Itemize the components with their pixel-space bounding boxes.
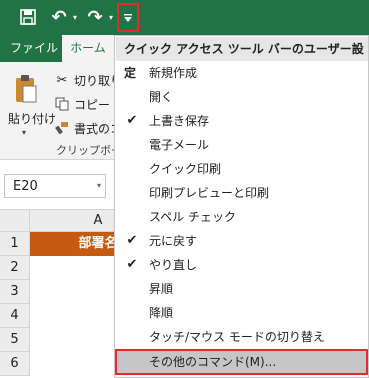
- menu-item-label: やり直し: [149, 258, 198, 272]
- save-glyph: [20, 9, 36, 25]
- menu-item-label: タッチ/マウス モードの切り替え: [149, 330, 325, 344]
- save-icon[interactable]: [16, 6, 40, 28]
- menu-item-email[interactable]: 電子メール: [115, 133, 368, 157]
- paste-label: 貼り付け: [8, 112, 57, 126]
- more-commands-label: その他のコマンド(M)...: [149, 355, 277, 369]
- menu-item-print-preview[interactable]: 印刷プレビューと印刷: [115, 181, 368, 205]
- copy-label: コピー: [74, 97, 111, 112]
- menu-item-new[interactable]: 新規作成: [115, 61, 368, 85]
- menu-item-open[interactable]: 開く: [115, 85, 368, 109]
- paste-dropdown-icon[interactable]: ▾: [22, 128, 26, 137]
- menu-item-label: スペル チェック: [149, 210, 236, 224]
- row-header[interactable]: 2: [0, 256, 30, 280]
- row-header[interactable]: 5: [0, 328, 30, 352]
- check-icon: ✔: [126, 257, 138, 272]
- select-all-corner[interactable]: [0, 210, 30, 232]
- brush-icon: [54, 120, 70, 136]
- scissors-icon: ✂: [56, 72, 68, 88]
- customize-quick-access-button[interactable]: [117, 3, 139, 32]
- paste-button[interactable]: 貼り付け ▾: [4, 70, 56, 137]
- undo-icon[interactable]: ↶: [48, 6, 70, 28]
- tab-home[interactable]: ホーム: [62, 35, 114, 62]
- name-box[interactable]: E20 ▾: [4, 174, 106, 198]
- menu-header: クイック アクセス ツール バーのユーザー設定: [116, 37, 368, 80]
- copy-icon: [54, 96, 70, 112]
- check-icon: ✔: [126, 113, 138, 128]
- customize-qat-menu: クイック アクセス ツール バーのユーザー設定 新規作成 開く ✔ 上書き保存 …: [114, 35, 369, 378]
- name-box-value: E20: [13, 179, 38, 194]
- menu-item-label: 上書き保存: [149, 114, 210, 128]
- name-box-dropdown-icon[interactable]: ▾: [97, 181, 101, 190]
- tab-file[interactable]: ファイル: [10, 35, 62, 62]
- menu-item-label: クイック印刷: [149, 162, 222, 176]
- menu-item-label: 印刷プレビューと印刷: [149, 186, 270, 200]
- format-painter-button[interactable]: 書式のコ: [54, 118, 122, 138]
- cut-button[interactable]: ✂ 切り取り: [54, 70, 122, 90]
- menu-item-undo[interactable]: ✔ 元に戻す: [115, 229, 368, 253]
- menu-item-label: 昇順: [149, 282, 174, 296]
- redo-dropdown-icon[interactable]: ▾: [106, 6, 116, 28]
- undo-dropdown-icon[interactable]: ▾: [70, 6, 80, 28]
- title-bar: ↶ ▾ ↷ ▾: [0, 0, 369, 35]
- copy-button[interactable]: コピー: [54, 94, 110, 114]
- row-header[interactable]: 3: [0, 280, 30, 304]
- menu-item-sort-descending[interactable]: 降順: [115, 301, 368, 325]
- paste-icon: [16, 75, 37, 103]
- menu-item-sort-ascending[interactable]: 昇順: [115, 277, 368, 301]
- row-header[interactable]: 6: [0, 352, 30, 376]
- check-icon: ✔: [126, 233, 138, 248]
- more-commands-button[interactable]: その他のコマンド(M)...: [115, 349, 368, 375]
- menu-item-spell-check[interactable]: スペル チェック: [115, 205, 368, 229]
- menu-item-label: 元に戻す: [149, 234, 198, 248]
- menu-item-redo[interactable]: ✔ やり直し: [115, 253, 368, 277]
- menu-item-quick-print[interactable]: クイック印刷: [115, 157, 368, 181]
- menu-item-label: 電子メール: [149, 138, 210, 152]
- menu-item-label: 降順: [149, 306, 174, 320]
- row-header[interactable]: 4: [0, 304, 30, 328]
- menu-item-save[interactable]: ✔ 上書き保存: [115, 109, 368, 133]
- customize-dropdown-icon: [124, 13, 132, 22]
- row-header[interactable]: 1: [0, 232, 30, 256]
- menu-item-label: 新規作成: [149, 66, 198, 80]
- redo-icon[interactable]: ↷: [84, 6, 106, 28]
- menu-item-label: 開く: [149, 90, 174, 104]
- menu-item-touch-mode[interactable]: タッチ/マウス モードの切り替え: [115, 325, 368, 349]
